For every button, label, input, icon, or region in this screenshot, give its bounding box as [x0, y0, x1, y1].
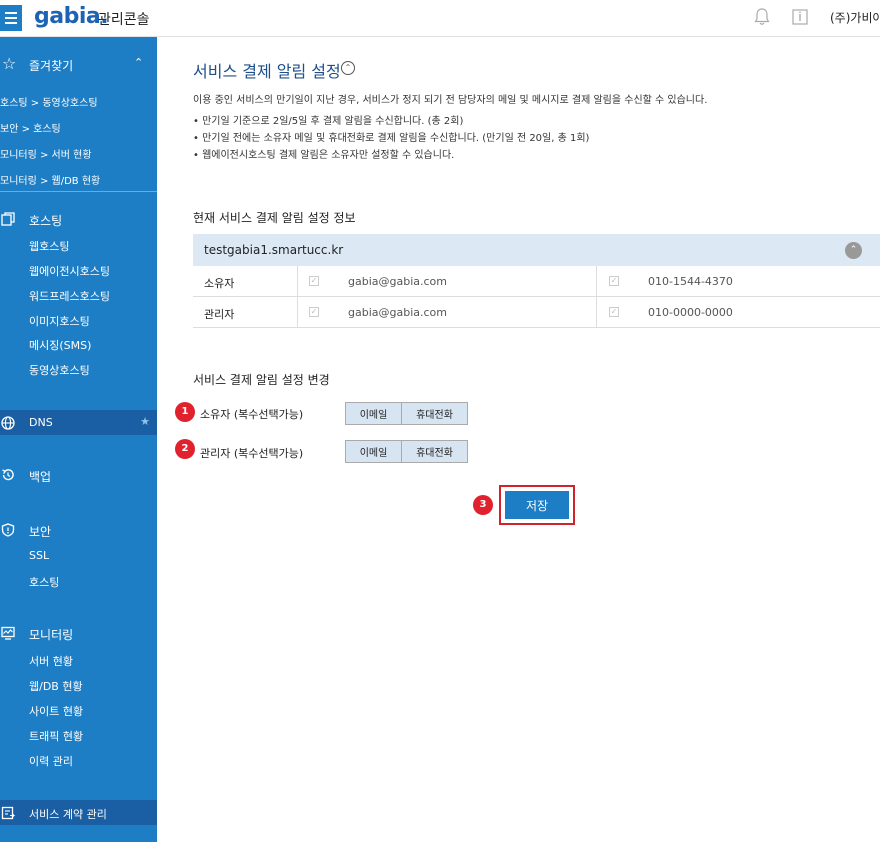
favorite-link[interactable]: 보안 > 호스팅 — [0, 120, 61, 135]
checkbox-icon: ✓ — [309, 276, 319, 286]
checkbox-icon: ✓ — [309, 307, 319, 317]
save-highlight: 저장 — [499, 485, 575, 525]
sidebar-item-dns[interactable]: DNS ★ — [0, 410, 157, 435]
save-button[interactable]: 저장 — [505, 491, 569, 519]
chevron-up-icon[interactable]: ⌃ — [134, 56, 143, 69]
page-description: 이용 중인 서비스의 만기일이 지난 경우, 서비스가 정지 되기 전 담당자의… — [193, 95, 708, 106]
sidebar-subitem[interactable]: 이미지호스팅 — [29, 313, 90, 329]
sidebar: ☆ 즐겨찾기 ⌃ 호스팅 > 동영상호스팅 보안 > 호스팅 모니터링 > 서버… — [0, 37, 157, 842]
favorite-star-icon[interactable]: ★ — [140, 415, 150, 428]
step-badge: 3 — [473, 495, 493, 515]
sidebar-subitem[interactable]: 호스팅 — [29, 574, 59, 590]
monitor-icon — [1, 626, 15, 640]
sidebar-subitem[interactable]: 트래픽 현황 — [29, 728, 83, 744]
favorite-link[interactable]: 호스팅 > 동영상호스팅 — [0, 94, 98, 109]
admin-email-button[interactable]: 이메일 — [345, 440, 402, 463]
sidebar-favorites-label: 즐겨찾기 — [29, 59, 74, 73]
sidebar-subitem[interactable]: 웹/DB 현황 — [29, 678, 83, 694]
bell-icon[interactable] — [754, 8, 770, 30]
sidebar-item-label: 보안 — [29, 525, 52, 539]
console-title: 관리콘솔 — [98, 12, 150, 28]
email-value: gabia@gabia.com — [348, 306, 447, 319]
sidebar-subitem[interactable]: 이력 관리 — [29, 753, 73, 769]
main-content: 서비스 결제 알림 설정 ⌃ 이용 중인 서비스의 만기일이 지난 경우, 서비… — [157, 37, 880, 842]
admin-label: 관리자 (복수선택가능) — [200, 447, 304, 460]
sidebar-item-label: 호스팅 — [29, 214, 63, 228]
owner-phone-button[interactable]: 휴대전화 — [402, 402, 468, 425]
sidebar-subitem[interactable]: 메시징(SMS) — [29, 337, 91, 353]
star-icon: ☆ — [2, 54, 17, 73]
checkbox-icon: ✓ — [609, 276, 619, 286]
notice-icon[interactable] — [792, 8, 808, 30]
owner-email-button[interactable]: 이메일 — [345, 402, 402, 425]
sidebar-subitem[interactable]: 서버 현황 — [29, 653, 73, 669]
sidebar-item-label: 서비스 계약 관리 — [29, 808, 107, 821]
info-bullet: • 만기일 기준으로 2일/5일 후 결제 알림을 수신합니다. (총 2회) — [193, 116, 464, 127]
phone-value: 010-0000-0000 — [648, 306, 733, 319]
table-row: 관리자 ✓ gabia@gabia.com ✓ 010-0000-0000 — [193, 297, 880, 328]
role-label: 소유자 — [204, 277, 235, 290]
collapse-icon[interactable]: ⌃ — [845, 242, 862, 259]
sidebar-subitem[interactable]: 워드프레스호스팅 — [29, 288, 110, 304]
sidebar-subitem[interactable]: SSL — [29, 549, 49, 562]
sidebar-subitem[interactable]: 웹에이전시호스팅 — [29, 263, 110, 279]
info-bullet-text: 웹에이전시호스팅 결제 알림은 소유자만 설정할 수 있습니다. — [202, 150, 455, 161]
sidebar-divider — [0, 191, 157, 192]
info-bullet: • 웹에이전시호스팅 결제 알림은 소유자만 설정할 수 있습니다. — [193, 150, 455, 161]
sidebar-item-backup[interactable]: 백업 — [0, 465, 157, 487]
sidebar-subitem[interactable]: 동영상호스팅 — [29, 362, 90, 378]
table-row: 소유자 ✓ gabia@gabia.com ✓ 010-1544-4370 — [193, 266, 880, 297]
admin-channel-toggle: 이메일 휴대전화 — [345, 440, 468, 463]
table-header: testgabia1.smartucc.kr ⌃ — [193, 234, 880, 266]
menu-icon[interactable] — [0, 5, 22, 31]
change-section-heading: 서비스 결제 알림 설정 변경 — [193, 373, 330, 387]
owner-channel-toggle: 이메일 휴대전화 — [345, 402, 468, 425]
contract-icon — [1, 805, 16, 824]
phone-value: 010-1544-4370 — [648, 275, 733, 288]
globe-icon — [1, 415, 15, 434]
sidebar-item-security[interactable]: 보안 — [0, 520, 157, 542]
email-value: gabia@gabia.com — [348, 275, 447, 288]
domain-name: testgabia1.smartucc.kr — [204, 243, 344, 257]
gabia-logo[interactable]: gabia. — [34, 4, 109, 29]
sidebar-item-contract[interactable]: 서비스 계약 관리 — [0, 800, 157, 825]
chevron-up-icon[interactable]: ⌃ — [341, 61, 355, 75]
backup-icon — [1, 468, 15, 482]
info-bullet-text: 만기일 전에는 소유자 메일 및 휴대전화로 결제 알림을 수신합니다. (만기… — [202, 133, 590, 144]
sidebar-subitem[interactable]: 웹호스팅 — [29, 238, 69, 254]
top-bar: gabia. 관리콘솔 (주)가비아 — [0, 0, 880, 37]
sidebar-subitem[interactable]: 사이트 현황 — [29, 703, 83, 719]
step-badge: 2 — [175, 439, 195, 459]
hosting-icon — [1, 212, 15, 226]
sidebar-item-hosting[interactable]: 호스팅 — [0, 209, 157, 231]
info-section-heading: 현재 서비스 결제 알림 설정 정보 — [193, 211, 356, 225]
sidebar-item-label: 백업 — [29, 470, 52, 484]
sidebar-item-label: 모니터링 — [29, 628, 74, 642]
step-badge: 1 — [175, 402, 195, 422]
sidebar-favorites[interactable]: ☆ 즐겨찾기 ⌃ — [0, 54, 157, 75]
sidebar-item-monitoring[interactable]: 모니터링 — [0, 623, 157, 645]
checkbox-icon: ✓ — [609, 307, 619, 317]
page-title: 서비스 결제 알림 설정 — [193, 62, 341, 81]
favorite-link[interactable]: 모니터링 > 서버 현황 — [0, 146, 92, 161]
info-bullet: • 만기일 전에는 소유자 메일 및 휴대전화로 결제 알림을 수신합니다. (… — [193, 133, 590, 144]
company-name[interactable]: (주)가비아 — [830, 9, 880, 26]
admin-phone-button[interactable]: 휴대전화 — [402, 440, 468, 463]
owner-label: 소유자 (복수선택가능) — [200, 408, 304, 421]
shield-icon — [1, 523, 15, 537]
role-label: 관리자 — [204, 308, 235, 321]
favorite-link[interactable]: 모니터링 > 웹/DB 현황 — [0, 172, 100, 187]
info-bullet-text: 만기일 기준으로 2일/5일 후 결제 알림을 수신합니다. (총 2회) — [202, 116, 464, 127]
sidebar-item-label: DNS — [29, 416, 53, 429]
notification-info-table: testgabia1.smartucc.kr ⌃ 소유자 ✓ gabia@gab… — [193, 234, 880, 328]
